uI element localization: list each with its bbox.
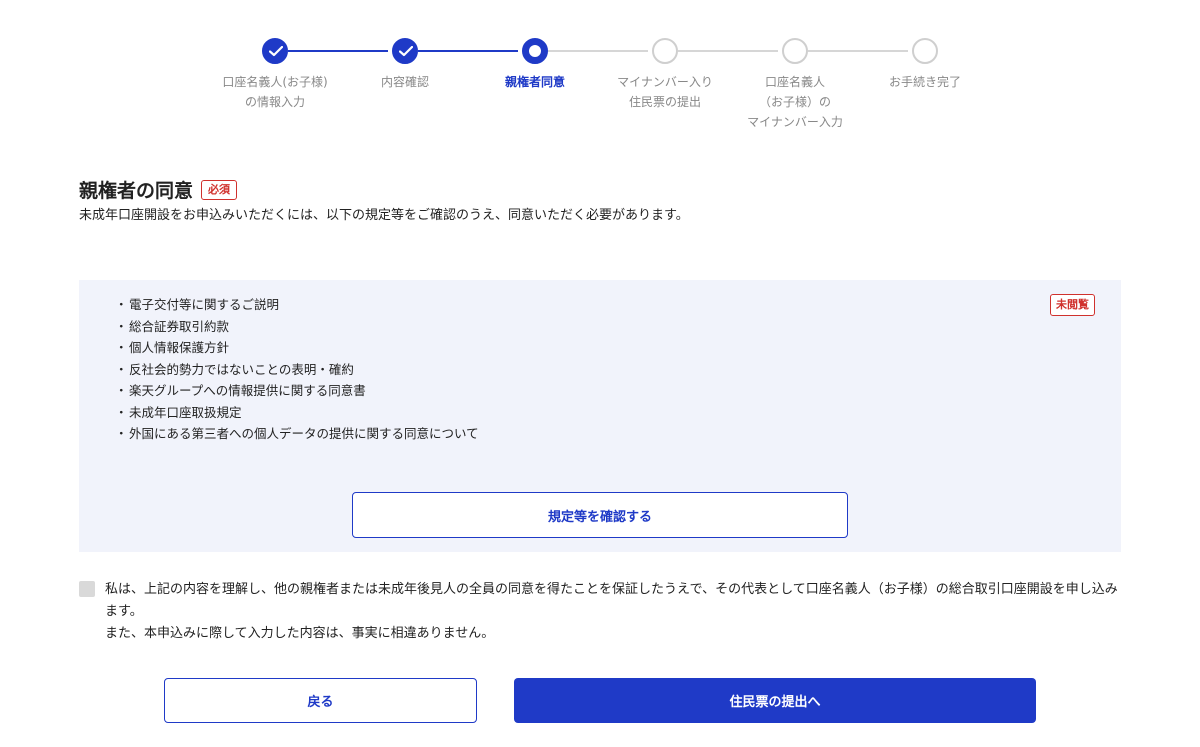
check-icon [399, 46, 413, 57]
list-item: 総合証券取引約款 [115, 316, 1121, 338]
next-button[interactable]: 住民票の提出へ [514, 678, 1036, 723]
unread-badge: 未閲覧 [1050, 294, 1095, 316]
agreement-checkbox[interactable] [79, 581, 95, 597]
documents-list: 電子交付等に関するご説明 総合証券取引約款 個人情報保護方針 反社会的勢力ではな… [79, 280, 1121, 445]
agreement-line: 私は、上記の内容を理解し、他の親権者または未成年後見人の全員の同意を得たことを保… [105, 582, 1118, 619]
step-indicator [652, 38, 678, 64]
list-item: 外国にある第三者への個人データの提供に関する同意について [115, 423, 1121, 445]
step-label: 内容確認 [380, 75, 429, 89]
section-description: 未成年口座開設をお申込みいただくには、以下の規定等をご確認のうえ、同意いただく必… [79, 208, 689, 223]
step-complete: お手続き完了 [850, 18, 1000, 92]
step-label: マイナンバー入り 住民票の提出 [617, 75, 713, 109]
step-indicator [782, 38, 808, 64]
section-header: 親権者の同意 必須 [79, 176, 238, 203]
step-indicator [262, 38, 288, 64]
list-item: 楽天グループへの情報提供に関する同意書 [115, 380, 1121, 402]
step-indicator [392, 38, 418, 64]
step-indicator [912, 38, 938, 64]
step-resident-record: マイナンバー入り 住民票の提出 [590, 18, 740, 112]
step-child-info: 口座名義人(お子様) の情報入力 [200, 18, 350, 112]
agreement-line: また、本申込みに際して入力した内容は、事実に相違ありません。 [105, 626, 495, 641]
step-label: 口座名義人(お子様) の情報入力 [222, 75, 328, 109]
page-title: 親権者の同意 [79, 180, 194, 202]
confirm-documents-button[interactable]: 規定等を確認する [352, 492, 848, 538]
agreement-text: 私は、上記の内容を理解し、他の親権者または未成年後見人の全員の同意を得たことを保… [105, 579, 1129, 645]
step-child-mynumber: 口座名義人 （お子様）の マイナンバー入力 [720, 18, 870, 132]
step-indicator [522, 38, 548, 64]
required-badge: 必須 [201, 179, 238, 200]
back-button[interactable]: 戻る [164, 678, 477, 723]
step-label: 親権者同意 [504, 75, 565, 89]
agreement-row: 私は、上記の内容を理解し、他の親権者または未成年後見人の全員の同意を得たことを保… [79, 579, 1129, 645]
list-item: 個人情報保護方針 [115, 337, 1121, 359]
list-item: 電子交付等に関するご説明 [115, 294, 1121, 316]
list-item: 未成年口座取扱規定 [115, 402, 1121, 424]
documents-panel: 電子交付等に関するご説明 総合証券取引約款 個人情報保護方針 反社会的勢力ではな… [79, 280, 1121, 552]
progress-stepper: 口座名義人(お子様) の情報入力 内容確認 親権者同意 マイナンバー入り 住民票… [0, 18, 1200, 129]
list-item: 反社会的勢力ではないことの表明・確約 [115, 359, 1121, 381]
step-label: 口座名義人 （お子様）の マイナンバー入力 [747, 75, 843, 129]
step-parental-consent: 親権者同意 [460, 18, 610, 92]
check-icon [269, 46, 283, 57]
step-confirm: 内容確認 [330, 18, 480, 92]
step-label: お手続き完了 [888, 75, 961, 89]
